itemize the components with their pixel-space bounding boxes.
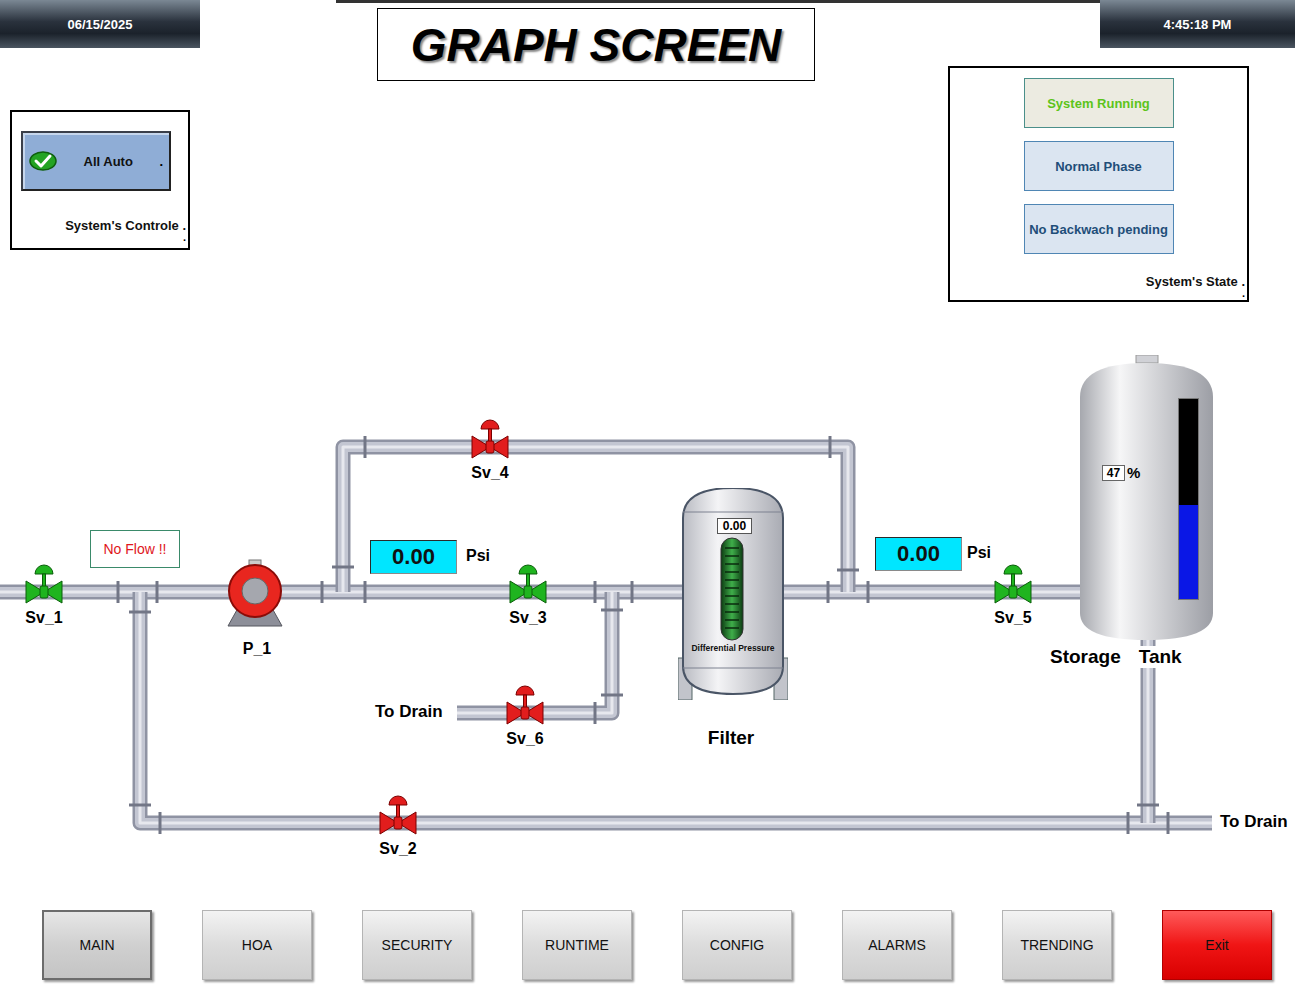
control-panel-label: System's Controle . bbox=[12, 218, 188, 233]
pipe-flange bbox=[364, 436, 367, 458]
drain-label: To Drain bbox=[375, 702, 443, 722]
nav-button[interactable]: CONFIG bbox=[682, 910, 792, 980]
pressure-display: 0.00 bbox=[875, 537, 962, 571]
valve-label: Sv_4 bbox=[471, 464, 508, 482]
nav-button[interactable]: RUNTIME bbox=[522, 910, 632, 980]
valve-icon[interactable] bbox=[24, 562, 64, 604]
pipe-highlight bbox=[457, 592, 612, 713]
pipe-flange bbox=[631, 581, 634, 603]
valve-icon[interactable] bbox=[508, 562, 548, 604]
state-panel-label: System's State . bbox=[950, 274, 1247, 289]
state-indicator: System Running bbox=[1024, 78, 1174, 128]
pipe-flange bbox=[594, 702, 597, 724]
time-row: 4:45:18 PM bbox=[948, 0, 1295, 48]
system-control-panel: All Auto . System's Controle . . bbox=[10, 110, 190, 250]
valve-label: Sv_1 bbox=[25, 609, 62, 627]
pipe-highlight bbox=[140, 592, 1212, 823]
pipe-flange bbox=[129, 804, 151, 807]
pipe-flange bbox=[594, 581, 597, 603]
tank-level-bar bbox=[1178, 398, 1199, 600]
nav-button[interactable]: TRENDING bbox=[1002, 910, 1112, 980]
pipe-flange bbox=[129, 611, 151, 614]
right-column: 4:45:18 PM System Running Normal Phase No … bbox=[948, 0, 1295, 302]
tank-level-fill bbox=[1179, 505, 1198, 599]
pipe-body bbox=[140, 592, 1212, 823]
nav-button[interactable]: ALARMS bbox=[842, 910, 952, 980]
top-rule bbox=[336, 0, 948, 3]
valve-icon[interactable] bbox=[505, 683, 545, 725]
control-panel-mark: . bbox=[12, 233, 188, 241]
tank-label: Storage Tank bbox=[1050, 646, 1182, 668]
pipe-flange bbox=[601, 609, 623, 612]
differential-pressure-label: Differential Pressure bbox=[678, 643, 788, 653]
valve-label: Sv_2 bbox=[379, 840, 416, 858]
valve-icon[interactable] bbox=[378, 793, 418, 835]
differential-pressure-reading: 0.00 bbox=[717, 518, 752, 534]
pipe-flange bbox=[601, 694, 623, 697]
pipe bbox=[140, 592, 1212, 823]
pipe-flange bbox=[364, 581, 367, 603]
storage-tank: 47 % bbox=[1078, 355, 1215, 640]
pipe-flange bbox=[837, 569, 859, 572]
tank-level-unit: % bbox=[1127, 464, 1140, 481]
valve-icon[interactable] bbox=[993, 562, 1033, 604]
all-auto-label: All Auto bbox=[67, 154, 149, 169]
tank-label-word: Tank bbox=[1139, 646, 1182, 668]
valve-label: Sv_3 bbox=[509, 609, 546, 627]
no-flow-alarm: No Flow !! bbox=[90, 530, 180, 568]
pipe-flange bbox=[156, 581, 159, 603]
state-indicator: No Backwach pending bbox=[1024, 204, 1174, 254]
pressure-unit: Psi bbox=[967, 544, 991, 562]
pipe-flange bbox=[1127, 812, 1130, 834]
screen-title: GRAPH SCREEN bbox=[377, 8, 815, 81]
pipe bbox=[457, 592, 612, 713]
drain-label: To Drain bbox=[1220, 812, 1288, 832]
left-column: 06/15/2025 All Auto . System's Controle … bbox=[0, 0, 200, 302]
time-display: 4:45:18 PM bbox=[1100, 0, 1295, 48]
valve-icon[interactable] bbox=[470, 417, 510, 459]
pipe-flange bbox=[321, 581, 324, 603]
process-diagram: No Flow !! Sv_1 Sv_2 Sv_3 Sv_4 Sv_5 Sv_6… bbox=[0, 302, 1295, 890]
pump-icon[interactable] bbox=[220, 558, 290, 628]
filter-label: Filter bbox=[708, 727, 754, 749]
check-icon bbox=[29, 151, 57, 171]
button-mark: . bbox=[159, 154, 163, 169]
date-display: 06/15/2025 bbox=[0, 0, 200, 48]
nav-button[interactable]: HOA bbox=[202, 910, 312, 980]
system-state-panel: System Running Normal Phase No Backwach pe… bbox=[948, 66, 1249, 302]
pressure-display: 0.00 bbox=[370, 540, 457, 574]
nav-button[interactable]: MAIN bbox=[42, 910, 152, 980]
nav-button[interactable]: SECURITY bbox=[362, 910, 472, 980]
pipe-body bbox=[457, 592, 612, 713]
pipe-flange bbox=[159, 812, 162, 834]
pressure-unit: Psi bbox=[466, 547, 490, 565]
tank-label-word: Storage bbox=[1050, 646, 1121, 668]
valve-label: Sv_5 bbox=[994, 609, 1031, 627]
tank-level-reading: 47 bbox=[1102, 465, 1125, 481]
pipe-flange bbox=[827, 581, 830, 603]
hmi-screen: 06/15/2025 All Auto . System's Controle … bbox=[0, 0, 1295, 995]
filter-vessel: 0.00 Differential Pressure bbox=[678, 488, 788, 700]
pipe-flange bbox=[829, 436, 832, 458]
navigation-bar: MAIN HOA SECURITY RUNTIME CONFIG ALARMS TRENDI… bbox=[0, 910, 1295, 980]
pipe-flange bbox=[117, 581, 120, 603]
top-rule bbox=[948, 0, 1100, 3]
title-column: GRAPH SCREEN bbox=[200, 0, 948, 302]
all-auto-button[interactable]: All Auto . bbox=[21, 131, 171, 191]
pipe-flange bbox=[1137, 804, 1159, 807]
pump-label: P_1 bbox=[243, 640, 271, 658]
valve-label: Sv_6 bbox=[506, 730, 543, 748]
state-panel-mark: . bbox=[950, 289, 1247, 300]
pipe-flange bbox=[1167, 812, 1170, 834]
pipe-flange bbox=[867, 581, 870, 603]
header-area: 06/15/2025 All Auto . System's Controle … bbox=[0, 0, 1295, 302]
pipe-flange bbox=[332, 566, 354, 569]
nav-button[interactable]: Exit bbox=[1162, 910, 1272, 980]
state-indicator: Normal Phase bbox=[1024, 141, 1174, 191]
